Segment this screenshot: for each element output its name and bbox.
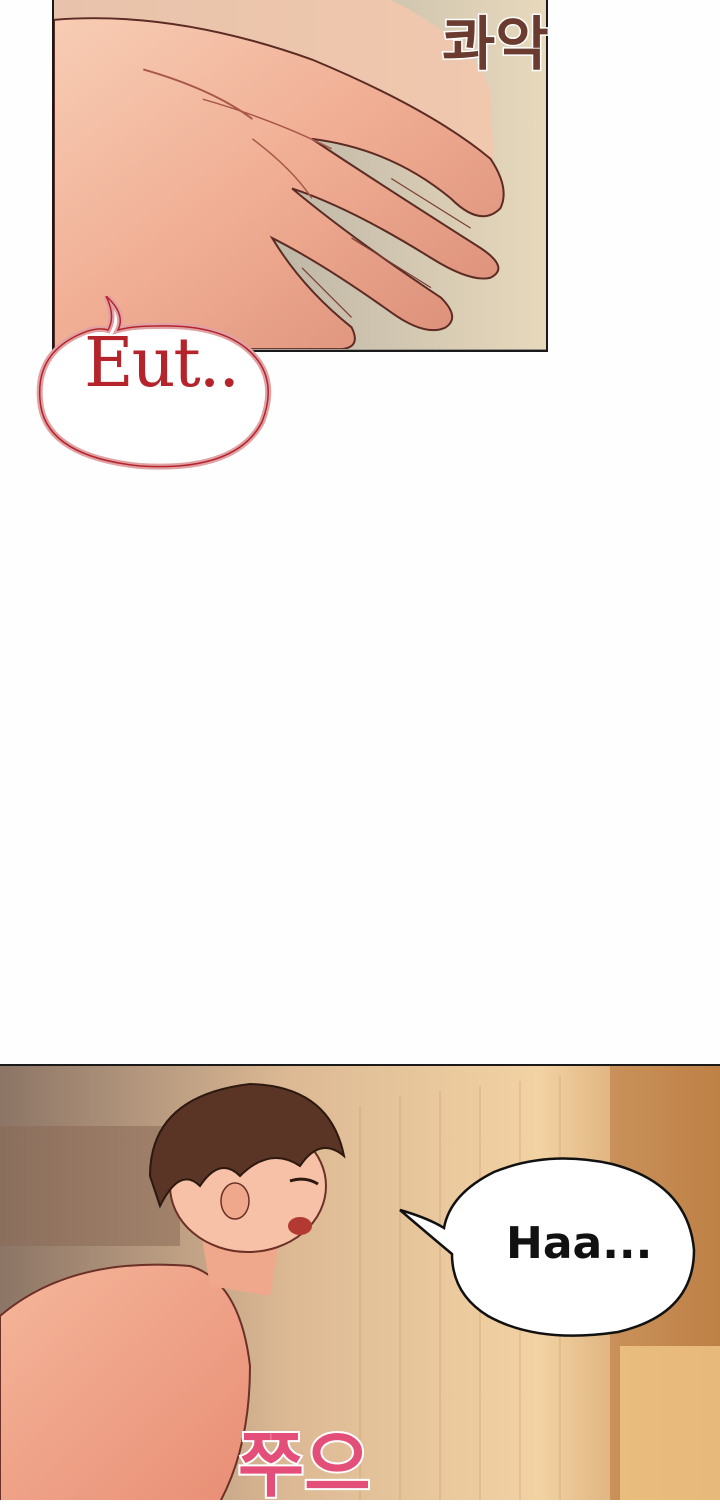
svg-text:쭈으: 쭈으	[238, 1423, 370, 1500]
speech-text-eut: Eut..	[84, 324, 240, 403]
sound-effect-bottom: 쭈으	[228, 1380, 408, 1504]
sfx-lettering: 쭈으	[236, 1421, 372, 1504]
sound-effect-top: 콰악	[438, 0, 578, 140]
speech-text-haa: Haa...	[506, 1218, 653, 1269]
svg-text:콰악: 콰악	[442, 10, 549, 78]
sfx-lettering: 콰악	[441, 9, 551, 80]
